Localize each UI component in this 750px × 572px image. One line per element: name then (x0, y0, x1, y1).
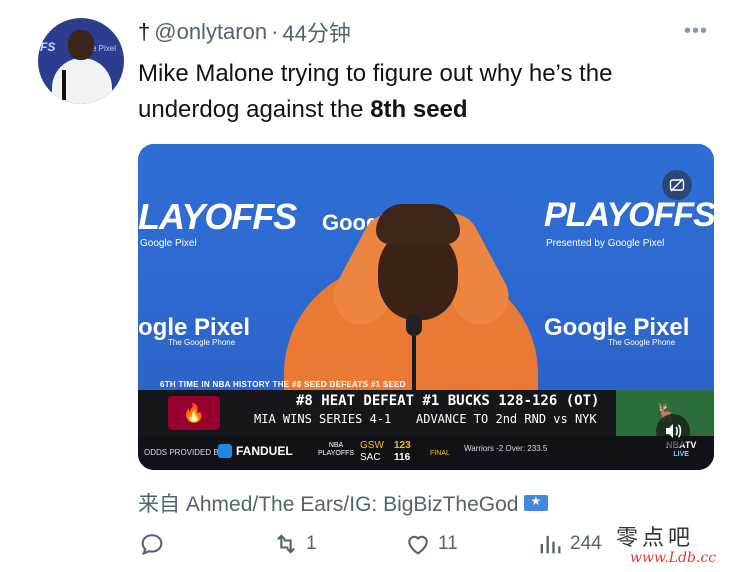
backdrop-brand-1-sub: Google Pixel (140, 238, 197, 249)
watermark-line-1: 零点吧 (616, 526, 695, 551)
tweet-text-bold: 8th seed (370, 96, 468, 123)
league-bottom: PLAYOFFS (318, 450, 355, 457)
more-options-icon[interactable]: ••• (684, 20, 708, 43)
separator-dot: · (271, 19, 279, 44)
views-button[interactable]: 244 (536, 530, 602, 558)
league-top: NBA (328, 442, 344, 449)
reply-icon (141, 534, 163, 556)
sponsor-name: FANDUEL (236, 444, 293, 458)
odds-line: Warriors -2 Over: 233.5 (464, 444, 548, 453)
watermark-line-2: www.Ldb.cc (630, 550, 717, 566)
backdrop-brand-3-sub: Presented by Google Pixel (546, 238, 665, 249)
backdrop-brand-4-sub: The Google Phone (168, 338, 236, 347)
game-status: FINAL (430, 450, 450, 457)
ticker-headline: #8 HEAT DEFEAT #1 BUCKS 128-126 (OT) (296, 393, 600, 409)
tweet-text: Mike Malone trying to figure out why he’… (138, 56, 718, 128)
ticker-note: 6TH TIME IN NBA HISTORY THE #8 SEED DEFE… (160, 380, 406, 389)
avatar-backdrop-text-2: e Pixel (91, 44, 116, 53)
team-scores: 123 116 (394, 440, 411, 464)
retweet-count: 1 (306, 533, 317, 554)
team-2: SAC (360, 452, 381, 463)
backdrop-brand-3: PLAYOFFS (544, 196, 714, 234)
views-icon (540, 535, 561, 554)
nba-playoffs-label: NBA PLAYOFFS (318, 442, 354, 458)
tweet-time[interactable]: 44分钟 (282, 16, 350, 48)
attribution-text[interactable]: 来自 Ahmed/The Ears/IG: BigBizTheGod (138, 488, 518, 518)
microphone-stand (412, 334, 416, 394)
author-handle[interactable]: @onlytaron (154, 19, 267, 45)
like-button[interactable]: 11 (404, 530, 458, 558)
microphone-icon (406, 314, 422, 336)
tweet-header: † @onlytaron · 44分钟 (138, 16, 351, 48)
score-1: 123 (394, 440, 411, 451)
like-count: 11 (438, 533, 458, 554)
video-player[interactable]: LAYOFFS Google Pixel Google Pixel PLAYOF… (138, 144, 714, 470)
avatar-person-head (68, 30, 94, 60)
speaker-hands (376, 204, 460, 244)
dagger-symbol: † (138, 19, 151, 44)
odds-label: ODDS PROVIDED BY (144, 448, 225, 457)
heart-icon (408, 535, 428, 555)
backdrop-brand-5-sub: The Google Phone (608, 338, 676, 347)
site-watermark: 零点吧 www.Ldb.cc (616, 520, 716, 566)
avatar-microphone (62, 70, 66, 100)
avatar-backdrop-text: FS (40, 40, 56, 54)
backdrop-brand-1: LAYOFFS (138, 196, 297, 237)
team-names: GSW SAC (360, 440, 384, 464)
reply-button[interactable] (138, 530, 172, 558)
fanduel-shield-icon (218, 444, 232, 458)
odds-bar: ODDS PROVIDED BY FANDUEL NBA PLAYOFFS GS… (138, 436, 714, 470)
score-2: 116 (394, 452, 411, 463)
live-badge: LIVE (673, 451, 689, 458)
ticker-sub-left: MIA WINS SERIES 4-1 (254, 412, 392, 426)
score-ticker: 🔥 #8 HEAT DEFEAT #1 BUCKS 128-126 (OT) M… (138, 390, 714, 436)
heat-logo-icon: 🔥 (168, 396, 220, 430)
somalia-flag-icon (524, 494, 549, 511)
media-attribution[interactable]: 来自 Ahmed/The Ears/IG: BigBizTheGod (138, 488, 549, 518)
tweet-actions: 1 11 244 (138, 530, 618, 566)
captions-off-icon[interactable] (662, 170, 692, 200)
retweet-button[interactable]: 1 (272, 530, 317, 558)
fanduel-logo: FANDUEL (218, 444, 293, 458)
avatar-person-body (52, 58, 112, 104)
ticker-sub-right: ADVANCE TO 2nd RND vs NYK (416, 412, 597, 426)
retweet-icon (277, 534, 295, 554)
volume-icon[interactable] (656, 414, 690, 448)
team-1: GSW (360, 440, 384, 451)
author-avatar[interactable]: FS e Pixel (38, 18, 124, 104)
view-count: 244 (570, 533, 602, 554)
